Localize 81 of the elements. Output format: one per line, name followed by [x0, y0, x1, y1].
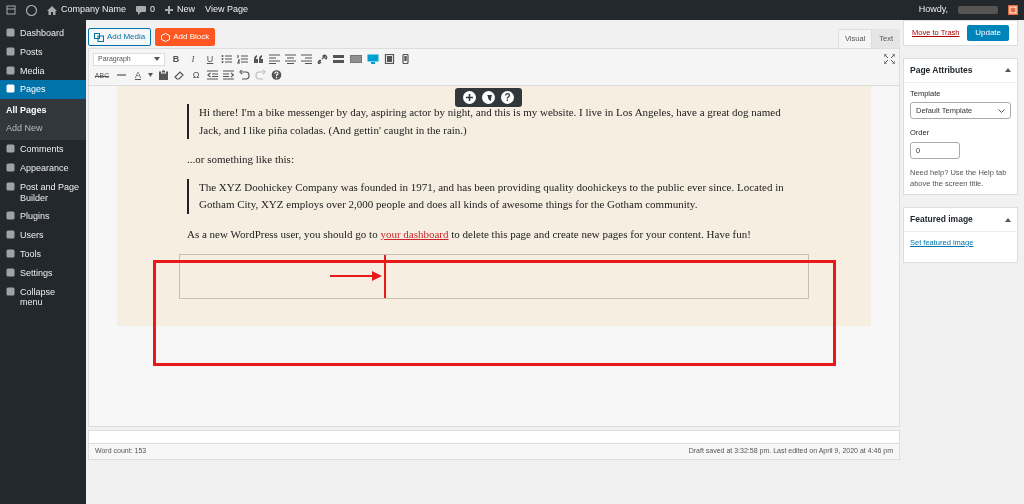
sidebar-menu-item[interactable]: Dashboard	[0, 24, 86, 43]
paragraph: As a new WordPress user, you should go to your dashboard to delete this page and create new pages for your content. Have fun!	[187, 226, 752, 242]
italic-button[interactable]: I	[187, 54, 199, 64]
square-icon	[6, 163, 15, 172]
sidebar-menu-item[interactable]: Tools	[0, 244, 86, 264]
cube-icon	[161, 32, 171, 42]
square-icon	[6, 46, 15, 56]
numbered-list-icon[interactable]	[237, 54, 248, 64]
arrow-icon	[330, 271, 382, 282]
help-icon[interactable]	[271, 70, 282, 80]
view-page-link[interactable]: View Page	[205, 3, 248, 17]
caret-icon	[154, 57, 160, 61]
sidebar-menu-item[interactable]: Settings	[0, 263, 86, 283]
empty-text-block[interactable]	[179, 253, 809, 299]
tablet-icon[interactable]	[384, 54, 395, 64]
site-name-link[interactable]: Company Name	[47, 3, 127, 17]
blurred-name	[958, 6, 998, 14]
square-icon	[6, 181, 15, 191]
sidebar-menu-item[interactable]: Users	[0, 226, 86, 245]
fullscreen-icon[interactable]	[884, 54, 895, 64]
underline-button[interactable]: U	[204, 54, 216, 64]
sidebar-menu-item[interactable]: Comments	[0, 140, 86, 159]
square-icon	[6, 230, 15, 240]
keyboard-icon[interactable]	[350, 54, 362, 64]
home-icon	[47, 5, 57, 15]
sidebar-menu-item[interactable]: Plugins	[0, 207, 86, 227]
greeting-text: Howdy,	[918, 3, 948, 17]
desktop-icon[interactable]	[367, 54, 379, 64]
plus-circle-icon[interactable]	[463, 91, 476, 104]
clipboard-icon[interactable]	[158, 70, 169, 80]
sidebar-menu-item[interactable]: Collapse menu	[0, 282, 86, 313]
square-icon	[6, 211, 15, 221]
media-icon	[94, 32, 104, 42]
link-icon[interactable]	[317, 54, 328, 64]
add-media-button[interactable]: Add Media	[88, 28, 152, 46]
read-more-icon[interactable]	[333, 54, 345, 64]
indent-icon[interactable]	[223, 70, 234, 80]
sidebar-menu-item[interactable]: Appearance	[0, 159, 86, 178]
eraser-icon[interactable]	[174, 70, 185, 80]
update-button[interactable]: Update	[967, 25, 1009, 41]
text-color-button[interactable]: A	[132, 70, 153, 80]
submenu-item[interactable]: Add New	[0, 119, 86, 138]
dashboard-link[interactable]: your dashboard	[380, 227, 449, 240]
align-right-icon[interactable]	[301, 54, 312, 64]
phone-icon[interactable]	[400, 54, 411, 64]
square-icon	[6, 28, 15, 37]
sidebar-menu-item[interactable]: Pages	[0, 80, 86, 100]
paragraph: ...or something like this:	[187, 152, 295, 168]
bold-button[interactable]: B	[170, 54, 182, 64]
new-link[interactable]: New	[165, 3, 196, 17]
block-quote: The XYZ Doohickey Company was founded in 1971, and has been providing quality doohickeys to the public ever since. Located in Gotham City, XYZ employs over 2,000 people and does all kinds of awesome things for the Gotham community.	[187, 178, 801, 214]
plus-icon	[165, 6, 174, 14]
square-icon	[6, 84, 15, 94]
panel-title: Page Attributes	[910, 64, 973, 77]
circle-logo-icon[interactable]	[26, 4, 37, 16]
sidebar-menu-item[interactable]: Posts	[0, 42, 86, 62]
collapse-arrow-icon[interactable]	[1005, 68, 1011, 73]
square-icon	[6, 267, 15, 277]
align-left-icon[interactable]	[269, 54, 280, 64]
bulleted-list-icon[interactable]	[221, 54, 232, 64]
chevron-icon	[998, 108, 1005, 113]
square-icon	[6, 286, 15, 296]
speech-bubble-icon	[136, 5, 147, 15]
comments-link[interactable]: 0	[136, 3, 156, 17]
undo-icon[interactable]	[239, 70, 250, 80]
outdent-icon[interactable]	[207, 70, 218, 80]
submenu-item[interactable]: All Pages	[0, 102, 86, 120]
panel-title: Featured image	[910, 213, 973, 226]
align-center-icon[interactable]	[285, 54, 296, 64]
square-icon	[6, 65, 15, 75]
special-character-button[interactable]: Ω	[190, 70, 202, 80]
caret-icon	[148, 73, 153, 77]
text-cursor	[384, 254, 386, 298]
sidebar-menu-item[interactable]: Post and Page Builder	[0, 177, 86, 208]
sidebar-menu-item[interactable]: Media	[0, 61, 86, 81]
square-icon	[6, 144, 15, 154]
help-button[interactable]: ?	[501, 91, 514, 104]
grid-icon[interactable]	[6, 5, 16, 15]
square-icon	[6, 248, 15, 258]
collapse-arrow-icon[interactable]	[1005, 217, 1011, 222]
quote-icon[interactable]	[253, 54, 264, 64]
